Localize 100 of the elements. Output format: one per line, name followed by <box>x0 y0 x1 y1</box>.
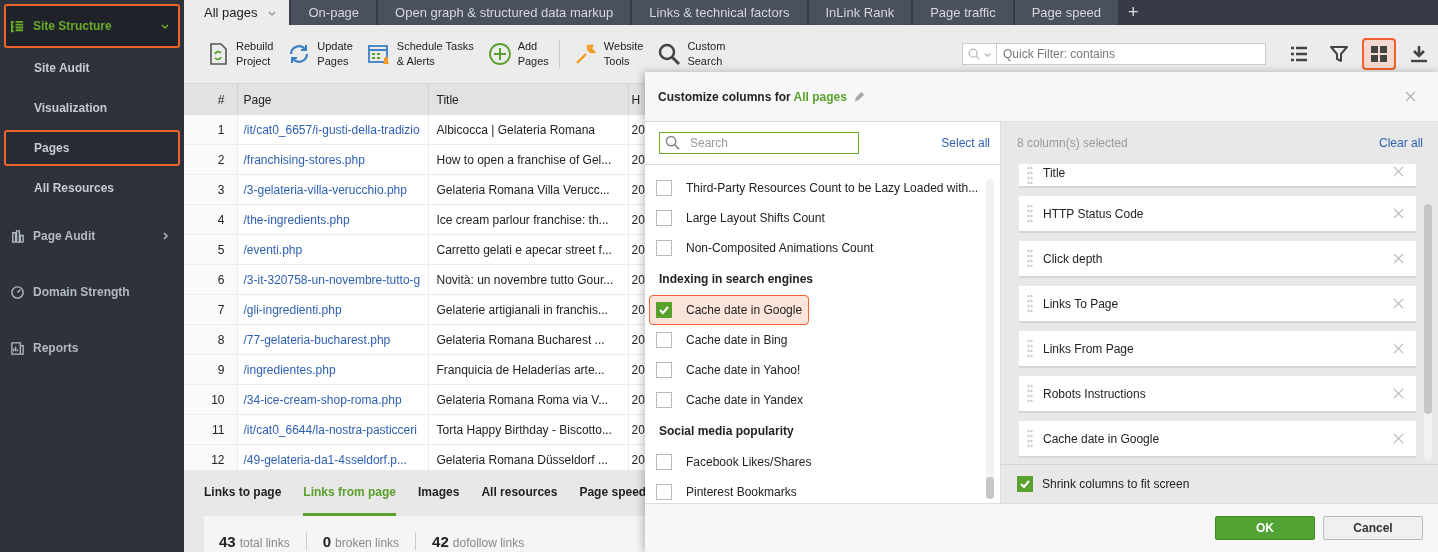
selected-column-item[interactable]: Click depth <box>1019 241 1416 278</box>
remove-icon[interactable] <box>1393 166 1404 177</box>
tab[interactable]: Open graph & structured data markup <box>378 0 631 25</box>
scrollbar-thumb[interactable] <box>1424 204 1432 414</box>
checkbox[interactable] <box>656 302 672 318</box>
table-cell[interactable]: /3-gelateria-villa-verucchio.php <box>237 174 428 205</box>
select-all-link[interactable]: Select all <box>941 136 990 150</box>
checkbox[interactable] <box>656 210 672 226</box>
table-cell: Gelateria Romana Bucharest ... <box>428 324 628 355</box>
view-button[interactable] <box>1362 38 1396 70</box>
cancel-button[interactable]: Cancel <box>1323 516 1423 540</box>
search-options-dropdown[interactable] <box>962 43 997 65</box>
checkbox[interactable] <box>656 454 672 470</box>
remove-icon[interactable] <box>1393 343 1404 354</box>
table-cell[interactable]: /eventi.php <box>237 234 428 265</box>
table-cell: 5 <box>184 234 237 265</box>
remove-icon[interactable] <box>1393 208 1404 219</box>
tab[interactable]: Page speed <box>1014 0 1119 25</box>
close-icon[interactable] <box>1405 91 1416 102</box>
tab[interactable]: InLink Rank <box>808 0 912 25</box>
toolbar-button[interactable]: Rebuild Project <box>206 39 274 69</box>
drag-handle-icon[interactable] <box>1027 383 1033 404</box>
checkbox[interactable] <box>656 392 672 408</box>
drag-handle-icon[interactable] <box>1027 428 1033 449</box>
scrollbar-thumb[interactable] <box>986 477 994 499</box>
column-option[interactable]: Cache date in Google <box>649 295 810 325</box>
toolbar-button[interactable]: Custom Search <box>657 39 726 69</box>
remove-icon[interactable] <box>1393 253 1404 264</box>
table-cell[interactable]: /ingredientes.php <box>237 354 428 385</box>
drag-handle-icon[interactable] <box>1027 293 1033 314</box>
shrink-columns-option[interactable]: Shrink columns to fit screen <box>1001 465 1438 503</box>
drag-handle-icon[interactable] <box>1027 166 1033 186</box>
panel-tab[interactable]: All resources <box>481 470 558 516</box>
table-cell: 6 <box>184 264 237 295</box>
tab[interactable]: On-page <box>291 0 377 25</box>
chevron-right-icon <box>160 231 170 241</box>
checkbox[interactable] <box>656 180 672 196</box>
report-icon <box>10 340 25 356</box>
quick-filter-field[interactable]: Quick Filter: contains <box>997 43 1266 65</box>
column-option[interactable]: Pinterest Bookmarks <box>649 477 804 503</box>
column-header[interactable]: Page <box>237 84 428 115</box>
tab[interactable]: Links & technical factors <box>632 0 807 25</box>
stat-value: 43 <box>219 533 236 550</box>
drag-handle-icon[interactable] <box>1027 338 1033 359</box>
toolbar-button[interactable]: Schedule Tasks & Alerts <box>366 39 474 69</box>
sidebar-item[interactable]: Pages <box>4 130 180 166</box>
checkbox[interactable] <box>656 484 672 500</box>
panel-tab[interactable]: Page speed <box>579 470 647 516</box>
selected-column-item[interactable]: Links From Page <box>1019 331 1416 368</box>
drag-handle-icon[interactable] <box>1027 248 1033 269</box>
table-cell: 8 <box>184 324 237 355</box>
sidebar-item[interactable]: Site Audit <box>4 50 180 86</box>
download-icon <box>1410 45 1428 63</box>
selected-column-item[interactable]: Links To Page <box>1019 286 1416 323</box>
table-cell[interactable]: /77-gelateria-bucharest.php <box>237 324 428 355</box>
checkbox[interactable] <box>656 332 672 348</box>
selected-column-item[interactable]: Title <box>1019 164 1416 188</box>
table-cell: Ice cream parlour franchise: th... <box>428 204 628 235</box>
toolbar-button[interactable]: Update Pages <box>287 39 353 69</box>
table-cell: 11 <box>184 414 237 445</box>
toolbar-button[interactable]: Website Tools <box>573 39 644 69</box>
table-cell[interactable]: /franchising-stores.php <box>237 144 428 175</box>
drag-handle-icon[interactable] <box>1027 203 1033 224</box>
search-field[interactable]: Search <box>659 132 859 154</box>
table-cell: 12 <box>184 444 237 470</box>
remove-icon[interactable] <box>1393 298 1404 309</box>
sidebar-section[interactable]: Page Audit <box>4 208 180 264</box>
selected-column-item[interactable]: HTTP Status Code <box>1019 196 1416 233</box>
selected-column-item[interactable]: Robots Instructions <box>1019 376 1416 413</box>
table-cell[interactable]: /it/cat0_6644/la-nostra-pasticceri <box>237 414 428 445</box>
remove-icon[interactable] <box>1393 388 1404 399</box>
panel-tab[interactable]: Links to page <box>204 470 282 516</box>
tab[interactable]: All pages <box>184 0 290 25</box>
table-cell[interactable]: /gli-ingredienti.php <box>237 294 428 325</box>
sidebar-item[interactable]: All Resources <box>4 170 180 206</box>
table-cell[interactable]: /the-ingredients.php <box>237 204 428 235</box>
checkbox[interactable] <box>1017 476 1033 492</box>
tab[interactable]: Page traffic <box>913 0 1013 25</box>
selected-column-item[interactable]: Cache date in Google <box>1019 421 1416 458</box>
add-tab-button[interactable]: + <box>1120 0 1147 25</box>
pencil-icon[interactable] <box>852 90 866 103</box>
toolbar-button[interactable]: Add Pages <box>487 39 549 69</box>
remove-icon[interactable] <box>1393 433 1404 444</box>
list-icon <box>1290 45 1308 63</box>
clear-all-link[interactable]: Clear all <box>1379 136 1423 150</box>
table-cell[interactable]: /34-ice-cream-shop-roma.php <box>237 384 428 415</box>
panel-tab[interactable]: Images <box>418 470 460 516</box>
column-option[interactable]: Facebook Likes/Shares <box>649 447 819 477</box>
sidebar-section[interactable]: Domain Strength <box>4 264 180 320</box>
sidebar-item[interactable]: Visualization <box>4 90 180 126</box>
table-cell: 3 <box>184 174 237 205</box>
checkbox[interactable] <box>656 240 672 256</box>
table-cell[interactable]: /it/cat0_6657/i-gusti-della-tradizio <box>237 115 428 145</box>
sidebar-section[interactable]: Reports <box>4 320 180 376</box>
table-cell[interactable]: /3-it-320758-un-novembre-tutto-g <box>237 264 428 295</box>
sidebar-section[interactable]: Site Structure <box>4 4 180 48</box>
column-header[interactable]: Title <box>428 84 628 115</box>
tree-icon <box>10 18 25 34</box>
column-header[interactable]: # <box>184 84 237 115</box>
checkbox[interactable] <box>656 362 672 378</box>
